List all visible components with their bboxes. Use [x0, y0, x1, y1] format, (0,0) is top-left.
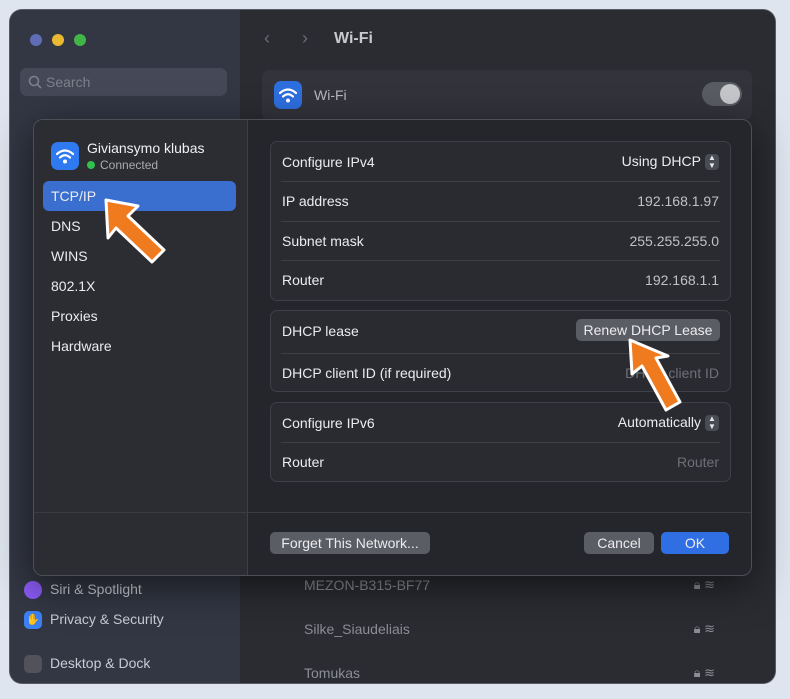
lock-wifi-icon: 🔒︎ ︎≋	[693, 665, 715, 680]
sidebar-item-desktop-dock[interactable]: Desktop & Dock	[24, 655, 151, 674]
wifi-toggle[interactable]	[702, 82, 742, 106]
dock-icon	[24, 655, 42, 674]
updown-chevron-icon: ▲ ▼	[705, 154, 719, 171]
ipv6-router-label: Router	[282, 454, 325, 470]
wifi-toggle-row: Wi-Fi	[262, 70, 752, 120]
ipv6-router-row: Router Router	[271, 442, 730, 482]
updown-chevron-icon: ▲ ▼	[705, 415, 719, 432]
router-label: Router	[282, 272, 325, 288]
tab-label: Proxies	[51, 308, 98, 324]
zoom-window-button[interactable]	[74, 34, 86, 46]
sidebar-item-privacy-security[interactable]: ✋ Privacy & Security	[24, 611, 164, 630]
network-list-item[interactable]: MEZON-B315-BF77	[304, 577, 430, 593]
lock-wifi-icon: 🔒︎ ︎≋	[693, 621, 715, 636]
forward-chevron-icon[interactable]: ›	[302, 28, 308, 49]
configure-ipv4-row: Configure IPv4 Using DHCP ▲ ▼	[271, 142, 730, 182]
router-value: 192.168.1.1	[645, 272, 719, 288]
ipv6-router-value: Router	[676, 454, 719, 470]
search-icon	[28, 75, 42, 89]
network-name: Silke_Siaudeliais	[304, 621, 410, 637]
ip-address-label: IP address	[282, 193, 349, 209]
ipv4-group: Configure IPv4 Using DHCP ▲ ▼ IP address 1…	[270, 141, 731, 301]
select-value: Automatically	[617, 414, 701, 430]
network-name: MEZON-B315-BF77	[304, 577, 431, 593]
configure-ipv4-select[interactable]: Using DHCP ▲ ▼	[621, 153, 719, 171]
connection-status: Connected	[87, 158, 158, 172]
dhcp-client-id-label: DHCP client ID (if required)	[282, 365, 452, 381]
minimize-window-button[interactable]	[52, 34, 64, 46]
siri-icon	[24, 581, 42, 600]
search-input[interactable]: Search	[20, 68, 227, 96]
dhcp-lease-label: DHCP lease	[282, 323, 359, 339]
network-name: Tomukas	[304, 665, 361, 681]
network-name: Giviansymo klubas	[87, 140, 205, 156]
tab-label: TCP/IP	[51, 188, 97, 204]
tab-802-1x[interactable]: 802.1X	[43, 271, 236, 301]
back-chevron-icon[interactable]: ‹	[264, 28, 270, 49]
annotation-arrow-icon	[628, 338, 682, 412]
tab-hardware[interactable]: Hardware	[43, 331, 236, 361]
page-title: Wi-Fi	[334, 30, 373, 47]
cancel-button[interactable]: Cancel	[584, 532, 654, 554]
tab-label: DNS	[51, 218, 81, 234]
subnet-mask-value: 255.255.255.0	[629, 233, 719, 249]
annotation-arrow-icon	[104, 198, 166, 264]
network-list-item[interactable]: Silke_Siaudeliais	[304, 621, 410, 637]
router-row: Router 192.168.1.1	[271, 260, 730, 300]
network-list-item[interactable]: Tomukas	[304, 665, 360, 681]
configure-ipv6-label: Configure IPv6	[282, 415, 375, 431]
select-value: Using DHCP	[621, 153, 701, 169]
configure-ipv4-label: Configure IPv4	[282, 154, 375, 170]
tab-label: 802.1X	[51, 278, 96, 294]
wifi-icon	[274, 81, 302, 109]
tab-label: Hardware	[51, 338, 112, 354]
status-text: Connected	[100, 158, 159, 172]
subnet-mask-row: Subnet mask 255.255.255.0	[271, 221, 730, 261]
dialog-footer-divider	[34, 512, 751, 513]
wifi-label: Wi-Fi	[314, 87, 347, 103]
tab-proxies[interactable]: Proxies	[43, 301, 236, 331]
wifi-icon	[51, 142, 79, 170]
dialog-sidebar: Giviansymo klubas Connected TCP/IP DNS W…	[34, 120, 248, 575]
lock-wifi-icon: 🔒︎ ︎≋	[693, 577, 715, 592]
tab-label: WINS	[51, 248, 88, 264]
configure-ipv6-select[interactable]: Automatically ▲ ▼	[617, 414, 719, 432]
sidebar-item-label: Desktop & Dock	[50, 655, 151, 671]
sidebar-item-label: Siri & Spotlight	[50, 581, 142, 597]
search-placeholder: Search	[46, 74, 91, 90]
hand-icon: ✋	[24, 611, 42, 630]
sidebar-item-label: Privacy & Security	[50, 611, 164, 627]
sidebar-item-siri-spotlight[interactable]: Siri & Spotlight	[24, 581, 142, 600]
connected-status-icon	[87, 161, 95, 169]
ok-button[interactable]: OK	[661, 532, 729, 554]
ip-address-row: IP address 192.168.1.97	[271, 181, 730, 221]
subnet-mask-label: Subnet mask	[282, 233, 364, 249]
ip-address-value: 192.168.1.97	[637, 193, 719, 209]
forget-network-button[interactable]: Forget This Network...	[270, 532, 430, 554]
close-window-button[interactable]	[30, 34, 42, 46]
